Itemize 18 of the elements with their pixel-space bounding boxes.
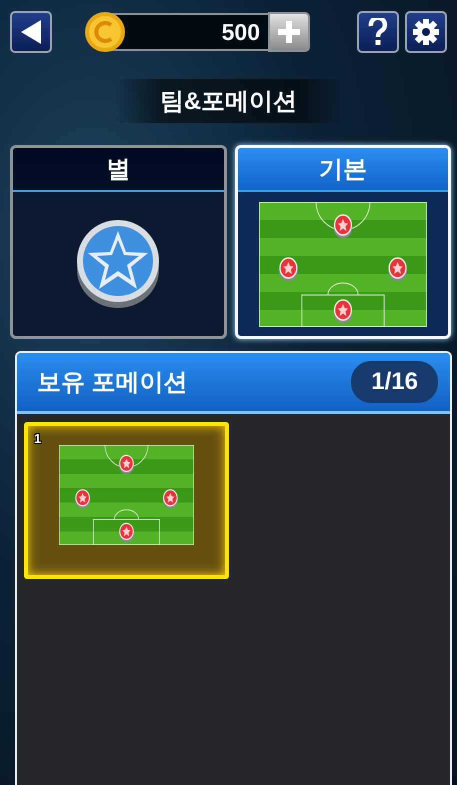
question-icon xyxy=(368,18,388,46)
settings-button[interactable] xyxy=(405,11,447,53)
card-label: 기본 xyxy=(238,148,448,192)
plus-icon xyxy=(276,19,302,45)
formation-count: 1/16 xyxy=(351,361,438,403)
back-button[interactable] xyxy=(10,11,52,53)
card-label: 별 xyxy=(13,148,224,192)
panel-title: 보유 포메이션 xyxy=(37,368,189,398)
team-card[interactable]: 별 xyxy=(10,145,226,339)
help-button[interactable] xyxy=(357,11,399,53)
add-coins-button[interactable] xyxy=(268,12,310,52)
coin-icon xyxy=(84,11,126,53)
settings-icon xyxy=(412,18,440,46)
back-icon xyxy=(19,19,43,45)
team-card[interactable]: 기본 xyxy=(234,145,451,339)
slot-number: 1 xyxy=(34,431,42,446)
star-emblem-icon xyxy=(75,218,162,310)
formation-slot[interactable]: 1 xyxy=(24,422,229,579)
